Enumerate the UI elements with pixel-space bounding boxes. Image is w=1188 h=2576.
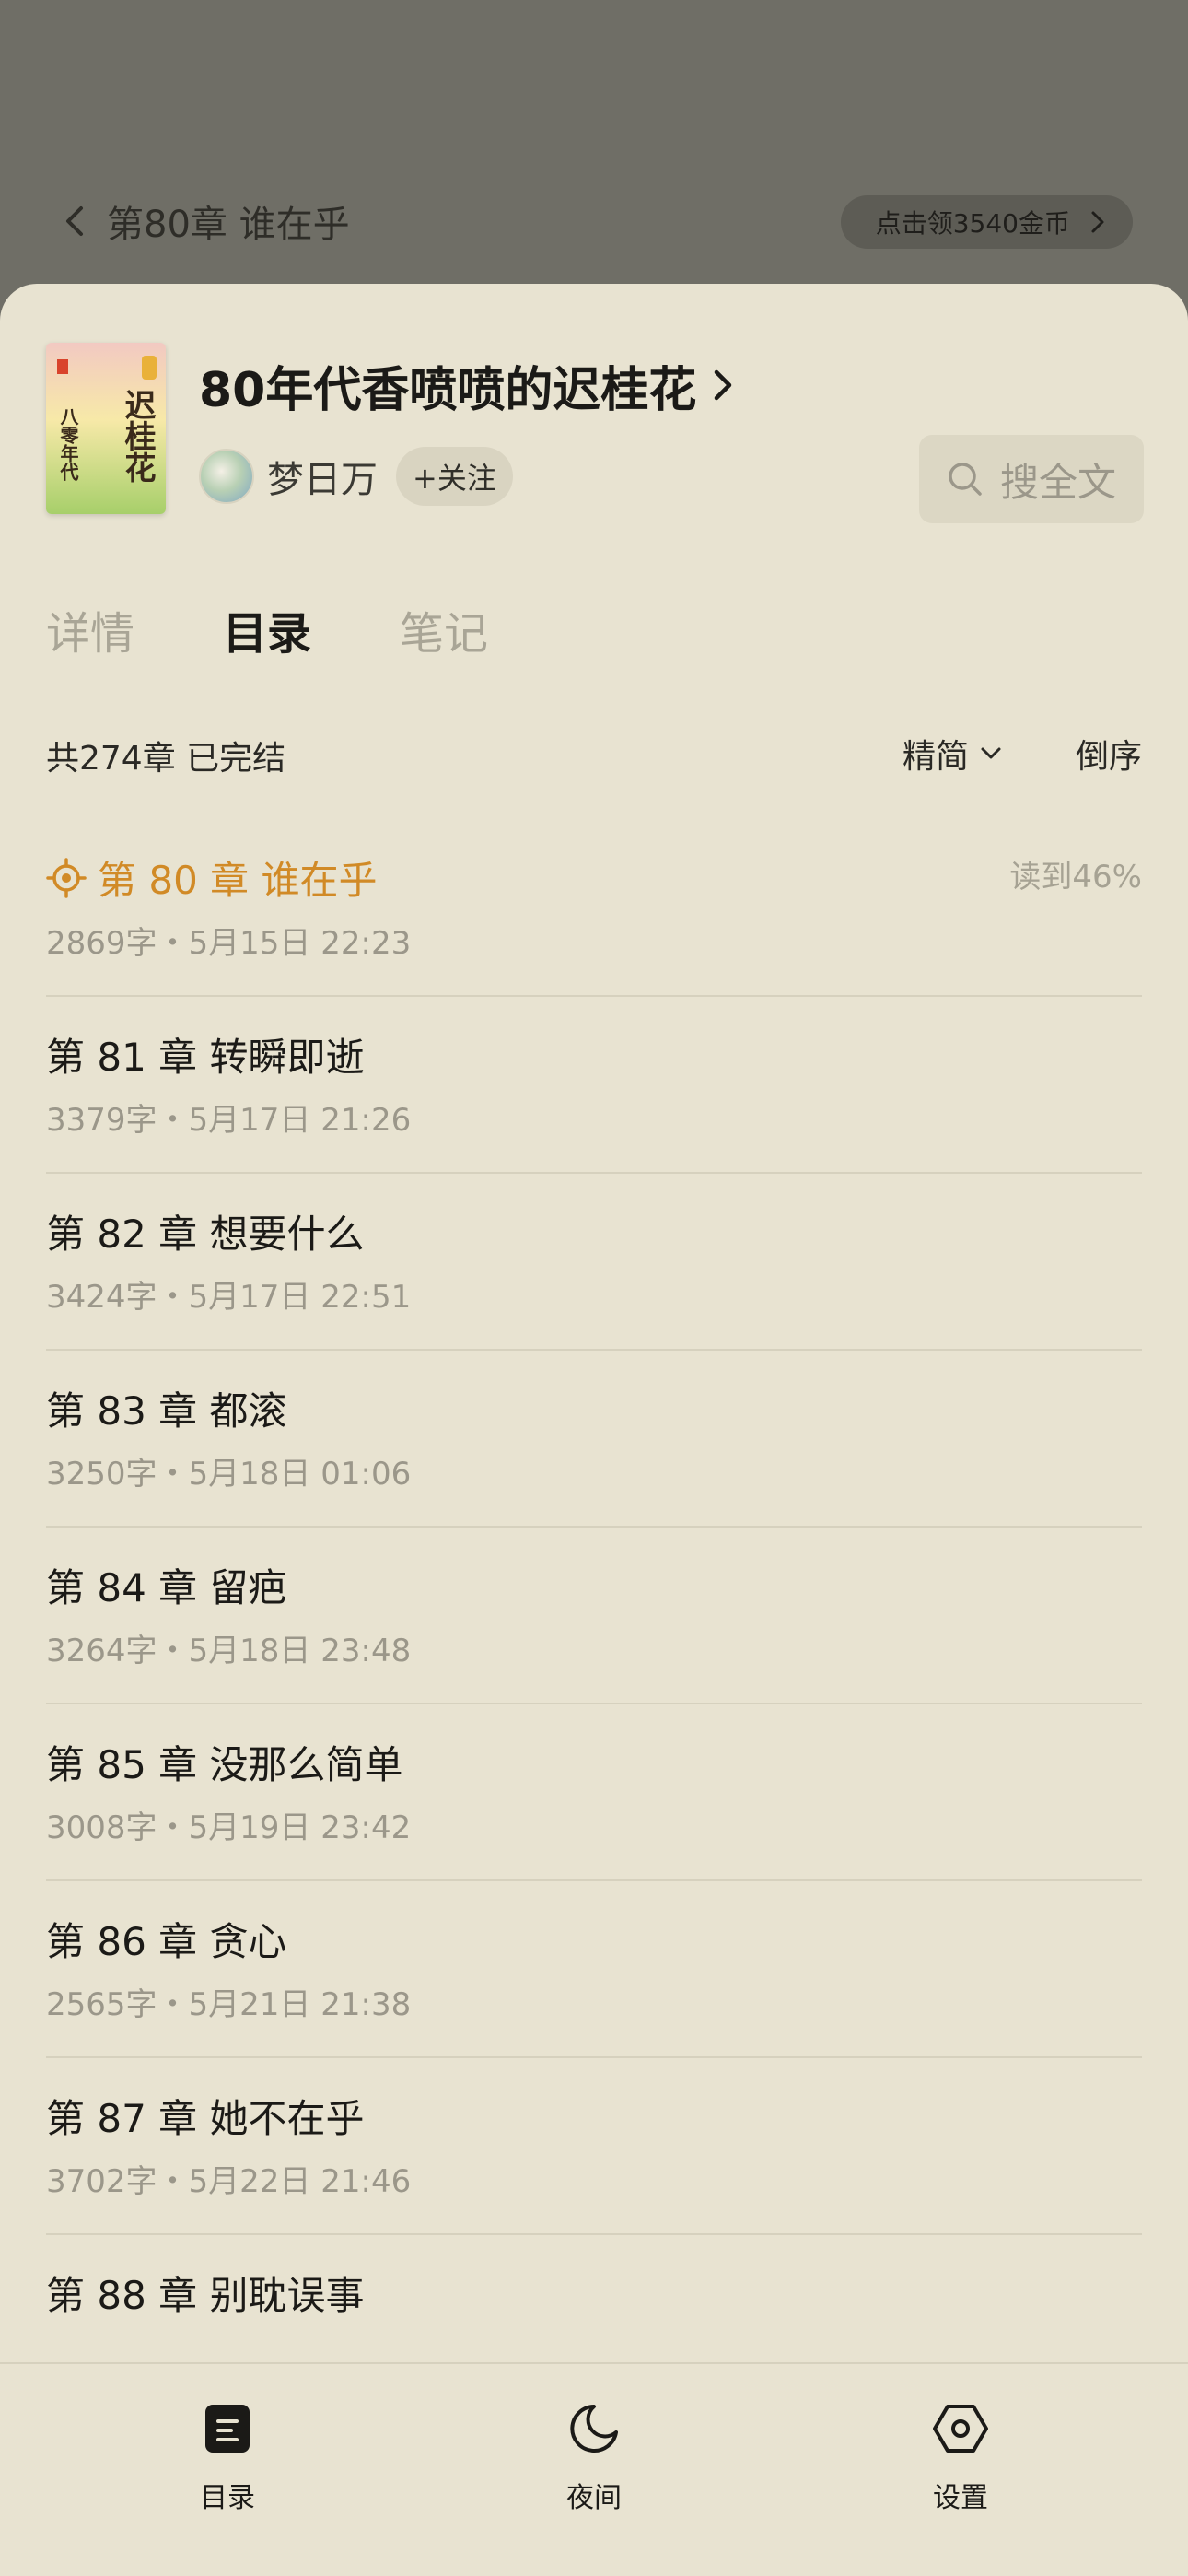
chapter-title-wrap: 第 80 章 谁在乎 bbox=[46, 849, 378, 906]
catalog-sheet: 迟桂花 八零年代 80年代香喷喷的迟桂花 梦日万 +关注 搜全文 详情 目录 笔… bbox=[0, 284, 1188, 2576]
nav-catalog-label: 目录 bbox=[200, 2482, 255, 2514]
author-name[interactable]: 梦日万 bbox=[267, 450, 378, 503]
catalog-options: 精简 倒序 bbox=[903, 730, 1142, 778]
chapter-title: 第 81 章 转瞬即逝 bbox=[46, 1035, 365, 1080]
book-title-link[interactable]: 80年代香喷喷的迟桂花 bbox=[199, 356, 733, 418]
cover-subtitle-text: 八零年代 bbox=[57, 407, 79, 481]
chevron-left-icon bbox=[66, 206, 83, 236]
tab-catalog[interactable]: 目录 bbox=[223, 597, 311, 662]
back-to-chapter[interactable]: 第80章 谁在乎 bbox=[61, 193, 350, 249]
chapter-meta: 2869字・5月15日 22:23 bbox=[46, 925, 412, 962]
search-full-text-button[interactable]: 搜全文 bbox=[919, 435, 1144, 523]
locate-icon bbox=[46, 857, 87, 898]
reader-backdrop: 第80章 谁在乎 点击领3540金币 bbox=[0, 0, 1188, 295]
variant-label: 精简 bbox=[902, 738, 969, 776]
moon-icon bbox=[570, 2405, 618, 2453]
nav-night-label: 夜间 bbox=[566, 2482, 622, 2514]
chapter-row[interactable]: 第 83 章 都滚 3250字・5月18日 01:06 bbox=[46, 1351, 1142, 1528]
chapter-title: 第 84 章 留疤 bbox=[46, 1565, 287, 1610]
chapter-row[interactable]: 第 85 章 没那么简单 3008字・5月19日 23:42 bbox=[46, 1704, 1142, 1881]
chapter-meta: 2565字・5月21日 21:38 bbox=[46, 1986, 412, 2023]
cover-tag bbox=[57, 359, 68, 374]
tab-details[interactable]: 详情 bbox=[46, 597, 134, 662]
tab-notes[interactable]: 笔记 bbox=[400, 597, 488, 662]
cover-lantern bbox=[142, 356, 157, 380]
author-row: 梦日万 +关注 bbox=[199, 446, 513, 507]
chapter-list: 第 80 章 谁在乎 读到46% 2869字・5月15日 22:23 第 81 … bbox=[46, 820, 1142, 2412]
nav-night-mode[interactable]: 夜间 bbox=[502, 2364, 686, 2576]
chapter-meta: 3250字・5月18日 01:06 bbox=[46, 1456, 412, 1493]
coin-reward-label: 点击领3540金币 bbox=[875, 208, 1070, 239]
chapter-title: 第 83 章 都滚 bbox=[46, 1388, 287, 1434]
chapter-row[interactable]: 第 87 章 她不在乎 3702字・5月22日 21:46 bbox=[46, 2058, 1142, 2235]
catalog-icon bbox=[205, 2405, 250, 2453]
tab-bar: 详情 目录 笔记 bbox=[46, 597, 488, 662]
follow-button[interactable]: +关注 bbox=[396, 447, 513, 506]
chapter-title: 第 87 章 她不在乎 bbox=[46, 2096, 365, 2141]
book-cover[interactable]: 迟桂花 八零年代 bbox=[46, 343, 166, 514]
chapter-title: 第 82 章 想要什么 bbox=[46, 1212, 365, 1257]
nav-settings-label: 设置 bbox=[933, 2482, 988, 2514]
nav-catalog[interactable]: 目录 bbox=[135, 2364, 320, 2576]
bottom-nav: 目录 夜间 设置 bbox=[0, 2362, 1188, 2576]
current-chapter-title: 第80章 谁在乎 bbox=[107, 204, 350, 246]
chapter-meta: 3008字・5月19日 23:42 bbox=[46, 1809, 412, 1846]
nav-settings[interactable]: 设置 bbox=[868, 2364, 1053, 2576]
chevron-right-icon bbox=[715, 369, 732, 401]
chapter-title: 第 80 章 谁在乎 bbox=[98, 858, 378, 903]
search-icon bbox=[949, 463, 982, 496]
chapter-row[interactable]: 第 81 章 转瞬即逝 3379字・5月17日 21:26 bbox=[46, 997, 1142, 1174]
book-title: 80年代香喷喷的迟桂花 bbox=[199, 362, 697, 418]
chapter-row[interactable]: 第 82 章 想要什么 3424字・5月17日 22:51 bbox=[46, 1174, 1142, 1351]
chevron-down-icon bbox=[981, 747, 1001, 759]
chapter-row[interactable]: 第 86 章 贪心 2565字・5月21日 21:38 bbox=[46, 1881, 1142, 2058]
variant-dropdown[interactable]: 精简 bbox=[903, 730, 1002, 778]
coin-reward-pill[interactable]: 点击领3540金币 bbox=[840, 195, 1133, 249]
cover-title-text: 迟桂花 bbox=[119, 389, 156, 483]
chapter-meta: 3264字・5月18日 23:48 bbox=[46, 1633, 412, 1669]
chapter-title: 第 86 章 贪心 bbox=[46, 1919, 287, 1964]
chapter-row-current[interactable]: 第 80 章 谁在乎 读到46% 2869字・5月15日 22:23 bbox=[46, 820, 1142, 997]
chapter-count-status: 共274章 已完结 bbox=[46, 740, 286, 778]
chapter-meta: 3379字・5月17日 21:26 bbox=[46, 1102, 412, 1139]
chapter-meta: 3702字・5月22日 21:46 bbox=[46, 2163, 412, 2200]
author-avatar[interactable] bbox=[199, 449, 254, 504]
chapter-title: 第 85 章 没那么简单 bbox=[46, 1742, 403, 1787]
chevron-right-icon bbox=[1091, 211, 1104, 233]
reverse-order-button[interactable]: 倒序 bbox=[1076, 730, 1142, 778]
search-label: 搜全文 bbox=[999, 459, 1116, 505]
settings-hex-icon bbox=[933, 2405, 988, 2453]
chapter-row[interactable]: 第 84 章 留疤 3264字・5月18日 23:48 bbox=[46, 1528, 1142, 1704]
read-progress: 读到46% bbox=[1009, 859, 1142, 896]
chapter-meta: 3424字・5月17日 22:51 bbox=[46, 1279, 412, 1316]
chapter-title: 第 88 章 别耽误事 bbox=[46, 2273, 365, 2318]
